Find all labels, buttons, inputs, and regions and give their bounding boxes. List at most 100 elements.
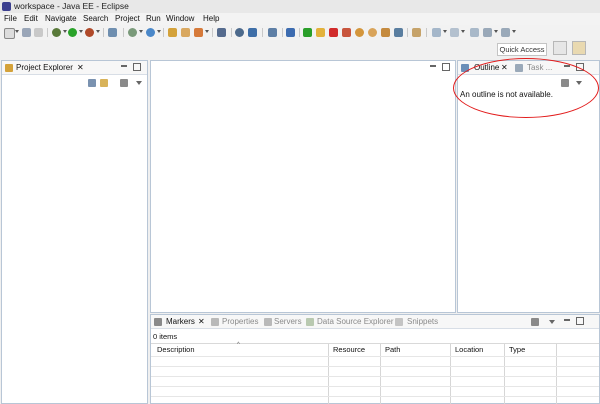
menu-search[interactable]: Search [83,14,108,23]
step-over-icon[interactable] [368,28,377,37]
view-menu-icon[interactable] [549,320,555,324]
step-into-icon[interactable] [355,28,364,37]
snippets-icon [395,318,403,326]
tab-properties[interactable]: Properties [222,317,258,326]
quick-access-field[interactable]: Quick Access [497,43,547,56]
column-divider [328,344,329,404]
run-external-dropdown-icon[interactable] [96,30,100,33]
menu-navigate[interactable]: Navigate [45,14,77,23]
column-divider [556,344,557,404]
new-icon[interactable] [4,28,15,39]
print-icon[interactable] [34,28,43,37]
new-dropdown-icon[interactable] [15,30,19,33]
open-perspective-icon[interactable] [553,41,567,55]
menu-run[interactable]: Run [146,14,161,23]
menu-help[interactable]: Help [203,14,219,23]
use-step-filters-icon[interactable] [268,28,277,37]
link-with-editor-icon[interactable] [100,79,108,87]
pin-icon[interactable] [217,28,226,37]
focus-icon[interactable] [120,79,128,87]
column-location[interactable]: Location [455,345,483,354]
table-row [151,366,599,367]
editor-maximize-icon[interactable] [442,63,450,71]
minimize-icon[interactable] [121,65,127,67]
monitor-icon[interactable] [235,28,244,37]
skip-breakpoints-icon[interactable] [286,28,295,37]
view-menu-icon[interactable] [136,81,142,85]
step-return-icon[interactable] [381,28,390,37]
history-icon[interactable] [432,28,441,37]
column-divider [380,344,381,404]
terminate-icon[interactable] [329,28,338,37]
main-toolbar [0,25,600,41]
close-icon[interactable]: ✕ [198,317,205,326]
column-description[interactable]: Description [157,345,195,354]
javaee-perspective-icon[interactable] [572,41,586,55]
table-row [151,376,599,377]
annotation-icon[interactable] [412,28,421,37]
next-annotation-icon[interactable] [470,28,479,37]
save-icon[interactable] [22,28,31,37]
disconnect-icon[interactable] [342,28,351,37]
cursor-icon[interactable] [248,28,257,37]
drop-frame-icon[interactable] [394,28,403,37]
maximize-icon[interactable] [133,63,141,71]
open-type-icon[interactable] [128,28,137,37]
table-row [151,386,599,387]
nav-back-icon[interactable] [483,28,492,37]
nav-forward-dropdown-icon[interactable] [512,30,516,33]
nav-back-dropdown-icon[interactable] [494,30,498,33]
filter-icon[interactable] [531,318,539,326]
new-server-icon[interactable] [108,28,117,37]
suspend-icon[interactable] [316,28,325,37]
window-title: workspace - Java EE - Eclipse [14,1,129,11]
tab-markers[interactable]: Markers [166,317,195,326]
open-type-dropdown-icon[interactable] [139,30,143,33]
prev-edit-icon[interactable] [450,28,459,37]
items-count: 0 items [153,332,178,341]
close-icon[interactable]: ✕ [77,63,84,72]
editor-area[interactable] [150,60,456,313]
bottom-tabbar: Markers ✕ Properties Servers Data Source… [151,315,599,329]
collapse-all-icon[interactable] [88,79,96,87]
servers-icon [264,318,272,326]
project-explorer-icon [5,64,13,72]
column-resource[interactable]: Resource [333,345,365,354]
properties-icon [211,318,219,326]
open-task-dropdown-icon[interactable] [157,30,161,33]
tab-snippets[interactable]: Snippets [407,317,438,326]
search-icon[interactable] [181,28,190,37]
menu-file[interactable]: File [4,14,17,23]
eclipse-app-icon [2,2,11,11]
run-external-icon[interactable] [85,28,94,37]
debug-icon[interactable] [52,28,61,37]
open-folder-icon[interactable] [168,28,177,37]
editor-minimize-icon[interactable] [430,65,436,67]
run-dropdown-icon[interactable] [79,30,83,33]
prev-edit-dropdown-icon[interactable] [461,30,465,33]
tab-servers[interactable]: Servers [274,317,302,326]
run-icon[interactable] [68,28,77,37]
maximize-icon[interactable] [576,317,584,325]
tab-data-source-explorer[interactable]: Data Source Explorer [317,317,393,326]
data-source-icon [306,318,314,326]
history-dropdown-icon[interactable] [443,30,447,33]
markers-table[interactable]: Description ^ Resource Path Location Typ… [151,342,599,404]
tab-project-explorer[interactable]: Project Explorer [16,63,73,72]
nav-forward-icon[interactable] [501,28,510,37]
project-explorer-panel: Project Explorer ✕ [1,60,148,404]
menu-project[interactable]: Project [115,14,140,23]
minimize-icon[interactable] [564,319,570,321]
back-icon[interactable] [194,28,203,37]
menu-edit[interactable]: Edit [24,14,38,23]
resume-icon[interactable] [303,28,312,37]
column-type[interactable]: Type [509,345,525,354]
back-dropdown-icon[interactable] [205,30,209,33]
highlight-circle [453,58,599,118]
menu-window[interactable]: Window [166,14,194,23]
title-bar[interactable]: workspace - Java EE - Eclipse [0,0,600,14]
markers-panel: Markers ✕ Properties Servers Data Source… [150,314,600,404]
open-task-icon[interactable] [146,28,155,37]
debug-dropdown-icon[interactable] [63,30,67,33]
column-path[interactable]: Path [385,345,400,354]
